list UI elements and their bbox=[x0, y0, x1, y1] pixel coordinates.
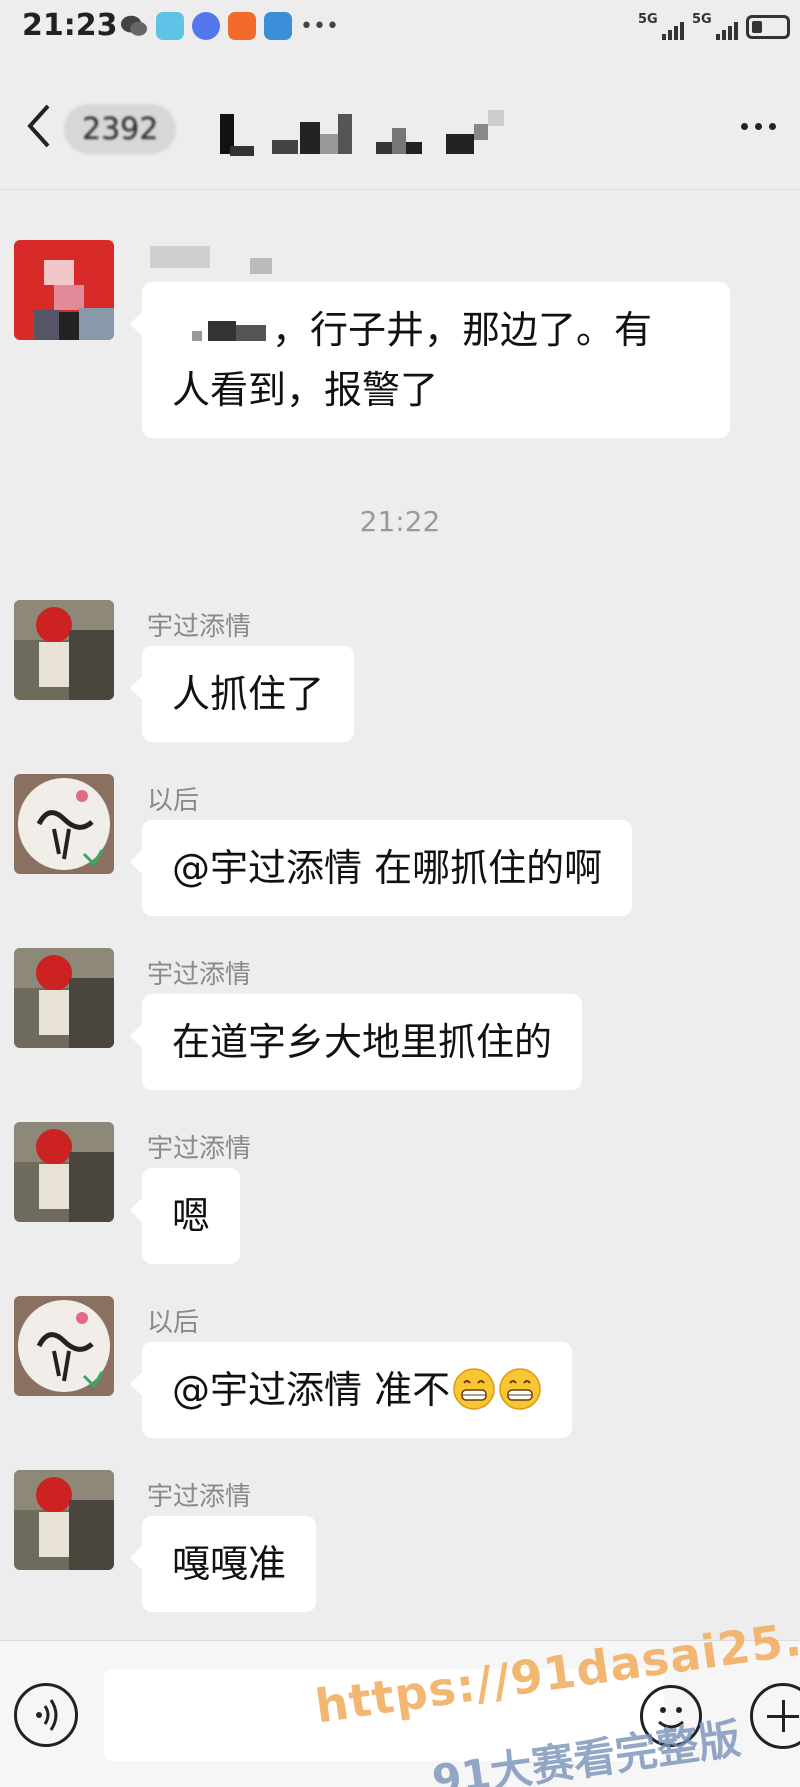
avatar[interactable] bbox=[14, 600, 114, 700]
battery-icon bbox=[746, 15, 790, 39]
avatar[interactable] bbox=[14, 1296, 114, 1396]
message-bubble: 人抓住了 bbox=[129, 646, 355, 742]
sender-name: 宇过添情 bbox=[147, 612, 252, 642]
voice-icon[interactable] bbox=[14, 1683, 78, 1747]
avatar[interactable] bbox=[14, 1470, 114, 1570]
message-bubble: @宇过添情 在哪抓住的啊 bbox=[129, 820, 633, 916]
sender-name: 宇过添情 bbox=[147, 1134, 252, 1164]
app-icon bbox=[156, 12, 184, 40]
message-bubble: 嗯 bbox=[129, 1168, 241, 1264]
status-bar: 21:23 ••• 5G 5G bbox=[0, 0, 800, 60]
avatar[interactable] bbox=[14, 774, 114, 874]
status-time: 21:23 bbox=[22, 8, 118, 43]
avatar[interactable] bbox=[14, 240, 114, 340]
app-icon bbox=[192, 12, 220, 40]
signal-icon: 5G bbox=[638, 12, 684, 42]
grin-emoji-icon bbox=[453, 1368, 495, 1410]
grin-emoji-icon bbox=[499, 1368, 541, 1410]
more-icon: ••• bbox=[300, 13, 339, 39]
sender-name: 宇过添情 bbox=[147, 960, 252, 990]
message-bubble: @宇过添情 准不 bbox=[129, 1342, 573, 1438]
redacted-text bbox=[192, 321, 266, 341]
back-arrow-icon[interactable] bbox=[20, 96, 60, 156]
signal-icon: 5G bbox=[692, 12, 738, 42]
sender-name-redacted bbox=[150, 246, 272, 274]
sender-name: 以后 bbox=[147, 1308, 200, 1338]
avatar[interactable] bbox=[14, 1122, 114, 1222]
more-options-button[interactable] bbox=[730, 106, 786, 146]
chat-header: 2392 bbox=[0, 60, 800, 190]
sender-name: 以后 bbox=[147, 786, 200, 816]
wechat-icon bbox=[120, 15, 148, 36]
message-bubble: ，行子井，那边了。有 人看到，报警了 bbox=[130, 282, 730, 438]
unread-count-badge[interactable]: 2392 bbox=[64, 104, 177, 154]
chat-title-redacted bbox=[220, 110, 504, 156]
sender-name: 宇过添情 bbox=[147, 1482, 252, 1512]
avatar[interactable] bbox=[14, 948, 114, 1048]
timestamp-separator: 21:22 bbox=[359, 505, 441, 538]
message-bubble: 嘎嘎准 bbox=[129, 1516, 317, 1612]
app-icon bbox=[264, 12, 292, 40]
app-icon bbox=[228, 12, 256, 40]
status-right: 5G 5G bbox=[638, 12, 790, 42]
plus-button[interactable] bbox=[750, 1683, 800, 1749]
voice-wave-icon bbox=[36, 1699, 58, 1731]
message-bubble: 在道字乡大地里抓住的 bbox=[129, 994, 583, 1090]
notification-icons: ••• bbox=[120, 12, 339, 40]
